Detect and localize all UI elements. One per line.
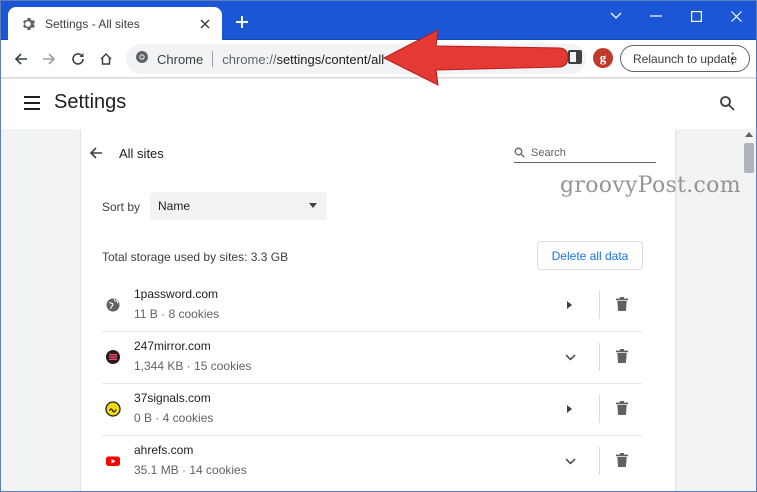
arrow-right-icon xyxy=(43,53,56,65)
sort-select[interactable]: Name xyxy=(150,192,327,220)
tab-settings[interactable]: Settings - All sites xyxy=(8,7,222,40)
menu-icon[interactable] xyxy=(24,96,40,110)
site-usage: 1,344 KB · 15 cookies xyxy=(134,359,252,373)
site-usage: 0 B · 4 cookies xyxy=(134,411,214,425)
tab-strip: Settings - All sites xyxy=(0,0,757,40)
page-title: Settings xyxy=(54,91,127,113)
trash-icon[interactable] xyxy=(612,398,632,418)
plus-icon[interactable] xyxy=(232,12,252,32)
site-origin: 37signals.com xyxy=(134,391,211,405)
globe-icon xyxy=(105,297,121,313)
caret-down-icon xyxy=(309,203,317,208)
minimize-icon[interactable] xyxy=(636,6,676,26)
back-button[interactable] xyxy=(10,48,32,70)
reload-button[interactable] xyxy=(67,48,89,70)
storage-summary: Total storage used by sites: 3.3 GB xyxy=(102,250,289,264)
avatar[interactable]: g xyxy=(593,48,613,68)
row-divider xyxy=(599,395,600,423)
chevron-down-icon[interactable] xyxy=(596,6,636,26)
site-usage: 35.1 MB · 14 cookies xyxy=(134,463,247,477)
site-origin: ahrefs.com xyxy=(134,443,194,457)
chevron-right-icon[interactable] xyxy=(560,295,580,315)
url-path: settings/content/all xyxy=(276,51,385,67)
site-row[interactable]: ahrefs.com 35.1 MB · 14 cookies xyxy=(102,436,642,488)
scroll-thumb[interactable] xyxy=(744,143,754,173)
site-row[interactable]: 1password.com 11 B · 8 cookies xyxy=(102,280,642,332)
home-icon xyxy=(100,52,112,65)
arrow-left-icon xyxy=(14,53,27,65)
gear-icon xyxy=(20,16,36,32)
watermark: groovyPost.com xyxy=(560,173,741,198)
site-search[interactable] xyxy=(514,143,656,163)
row-divider xyxy=(599,447,600,475)
side-panel-icon[interactable] xyxy=(568,50,582,64)
home-button[interactable] xyxy=(95,48,117,70)
37signals-favicon-icon xyxy=(105,401,121,417)
site-usage: 11 B · 8 cookies xyxy=(134,307,220,321)
tab-close-icon[interactable] xyxy=(194,13,216,35)
search-input[interactable] xyxy=(531,146,651,159)
settings-header: Settings xyxy=(0,79,757,129)
site-row[interactable]: 247mirror.com 1,344 KB · 15 cookies xyxy=(102,332,642,384)
relaunch-button[interactable]: Relaunch to update ⋮ xyxy=(620,45,750,72)
site-chip-label: Chrome xyxy=(157,51,204,67)
delete-all-data-button[interactable]: Delete all data xyxy=(537,241,643,270)
omnibox-divider xyxy=(212,51,214,67)
url-text: chrome://settings/content/all xyxy=(222,52,384,67)
chevron-right-icon[interactable] xyxy=(560,399,580,419)
tab-title: Settings - All sites xyxy=(45,16,140,31)
address-bar[interactable]: Chrome chrome://settings/content/all xyxy=(126,44,586,74)
sort-value: Name xyxy=(158,199,191,213)
site-origin: 247mirror.com xyxy=(134,339,211,353)
maximize-icon[interactable] xyxy=(676,6,716,26)
chevron-down-icon[interactable] xyxy=(560,451,580,471)
relaunch-label: Relaunch to update xyxy=(633,51,738,66)
search-icon xyxy=(514,147,525,158)
trash-icon[interactable] xyxy=(612,346,632,366)
url-prefix: chrome:// xyxy=(222,51,277,67)
trash-icon[interactable] xyxy=(612,450,632,470)
site-row[interactable]: 37signals.com 0 B · 4 cookies xyxy=(102,384,642,436)
site-origin: 1password.com xyxy=(134,287,219,301)
chrome-icon xyxy=(135,50,149,69)
reload-icon xyxy=(72,53,84,65)
247mirror-favicon-icon xyxy=(105,349,121,365)
forward-button[interactable] xyxy=(38,48,60,70)
more-vert-icon[interactable]: ⋮ xyxy=(725,51,740,66)
sort-label: Sort by xyxy=(102,200,141,214)
search-icon[interactable] xyxy=(718,94,736,112)
row-divider xyxy=(599,291,600,319)
row-divider xyxy=(599,343,600,371)
close-icon[interactable] xyxy=(716,6,756,26)
chevron-down-icon[interactable] xyxy=(560,347,580,367)
scrollbar[interactable] xyxy=(741,129,757,492)
all-sites-title: All sites xyxy=(119,146,164,161)
trash-icon[interactable] xyxy=(612,294,632,314)
scroll-up-arrow-icon[interactable] xyxy=(745,132,753,137)
back-arrow-icon[interactable] xyxy=(88,145,104,161)
youtube-favicon-icon xyxy=(105,453,121,469)
